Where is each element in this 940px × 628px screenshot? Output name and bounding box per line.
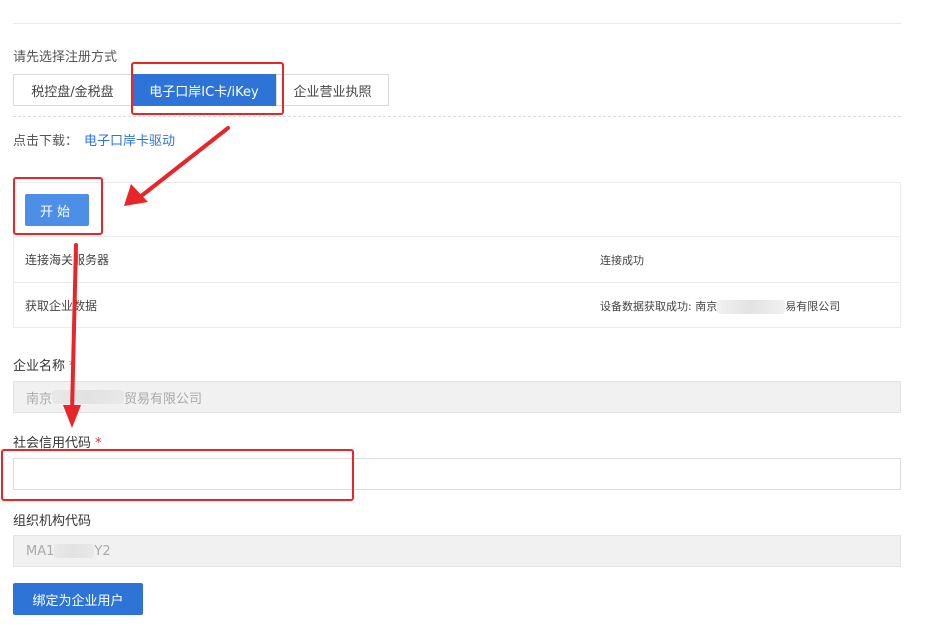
redaction-blur [54, 544, 95, 558]
registration-tabs: 税控盘/金税盘 电子口岸IC卡/iKey 企业营业执照 [13, 74, 389, 106]
credit-code-label: 社会信用代码 * [13, 432, 102, 451]
company-name-label-text: 企业名称 [13, 359, 66, 374]
progress-row: 连接海关服务器 连接成功 [14, 236, 900, 282]
step-status: 设备数据获取成功: 南京 易有限公司 [600, 298, 840, 314]
company-name-prefix: 南京 [26, 391, 53, 407]
start-button[interactable]: 开始 [25, 194, 89, 226]
bind-enterprise-button[interactable]: 绑定为企业用户 [13, 583, 143, 615]
download-row: 点击下载： 电子口岸卡驱动 [13, 130, 175, 149]
status-suffix: 易有限公司 [785, 299, 841, 313]
step-name: 连接海关服务器 [25, 253, 110, 267]
download-prefix: 点击下载： [13, 134, 79, 149]
credit-code-input[interactable] [13, 458, 901, 490]
required-mark: * [69, 359, 76, 374]
dashed-divider [13, 116, 901, 117]
redaction-blur [717, 299, 786, 314]
driver-download-link[interactable]: 电子口岸卡驱动 [84, 134, 175, 149]
company-name-label: 企业名称 * [13, 355, 76, 374]
org-code-label: 组织机构代码 [13, 514, 92, 529]
company-name-field[interactable]: 南京 贸易有限公司 [13, 381, 901, 413]
step-status: 连接成功 [600, 253, 644, 267]
tab-eport-ic-card[interactable]: 电子口岸IC卡/iKey [131, 74, 277, 106]
status-prefix: 设备数据获取成功: 南京 [600, 299, 718, 313]
org-code-field[interactable]: MA1 Y2 [13, 535, 901, 567]
registration-prompt: 请先选择注册方式 [13, 50, 118, 65]
org-code-prefix: MA1 [26, 543, 55, 559]
progress-panel: 开始 连接海关服务器 连接成功 获取企业数据 设备数据获取成功: 南京 易有限公司 [13, 182, 901, 328]
org-code-suffix: Y2 [94, 543, 111, 559]
required-mark: * [95, 436, 102, 451]
step-name: 获取企业数据 [25, 299, 98, 313]
tab-business-license[interactable]: 企业营业执照 [276, 74, 389, 106]
top-divider [13, 23, 901, 24]
redaction-blur [52, 390, 125, 404]
progress-row: 获取企业数据 设备数据获取成功: 南京 易有限公司 [14, 282, 900, 328]
tab-tax-disk[interactable]: 税控盘/金税盘 [13, 74, 132, 106]
credit-code-label-text: 社会信用代码 [13, 436, 92, 451]
company-name-suffix: 贸易有限公司 [124, 391, 203, 407]
